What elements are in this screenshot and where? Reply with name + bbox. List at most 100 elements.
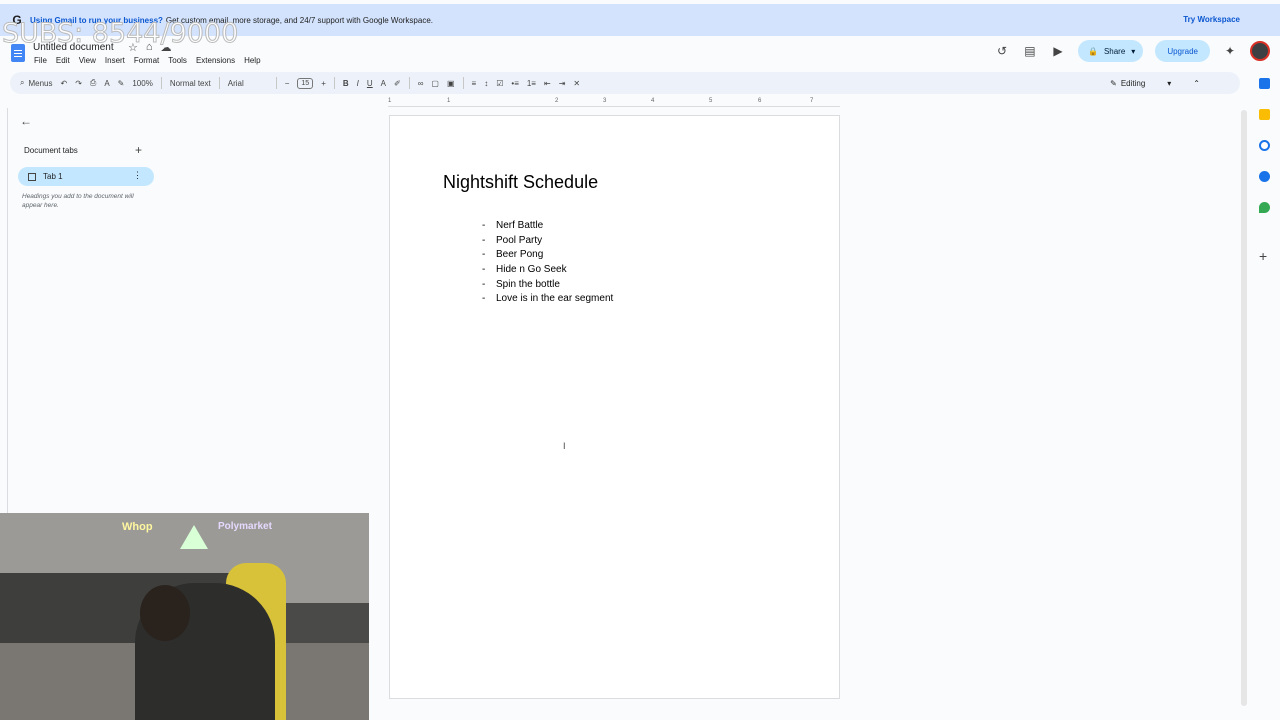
menu-extensions[interactable]: Extensions xyxy=(196,56,235,65)
menu-format[interactable]: Format xyxy=(134,56,159,65)
more-options-icon[interactable]: ⋮ xyxy=(133,170,142,181)
gemini-icon[interactable]: ✦ xyxy=(1222,43,1238,59)
formatting-toolbar: ⌕ Menus ↶ ↷ ⎙ A ✎ 100% Normal text Arial… xyxy=(10,72,1240,94)
menu-edit[interactable]: Edit xyxy=(56,56,70,65)
divider xyxy=(218,77,220,89)
divider xyxy=(462,77,464,89)
ruler-tick: 3 xyxy=(603,98,607,104)
meet-icon[interactable]: ▶ xyxy=(1050,43,1066,59)
redo-icon[interactable]: ↷ xyxy=(71,72,86,94)
menu-file[interactable]: File xyxy=(34,56,47,65)
history-icon[interactable]: ↺ xyxy=(994,43,1010,59)
list-item[interactable]: - Spin the bottle xyxy=(482,279,613,294)
zoom-select[interactable]: 100% xyxy=(128,72,156,94)
font-select[interactable]: Arial xyxy=(224,72,272,94)
ruler-tick: 5 xyxy=(709,98,713,104)
list-item[interactable]: - Beer Pong xyxy=(482,249,613,264)
comment-icon[interactable]: ▢ xyxy=(427,72,443,94)
outline-hint: Headings you add to the document will ap… xyxy=(22,193,134,209)
list-item[interactable]: - Pool Party xyxy=(482,235,613,250)
try-workspace-link[interactable]: Try Workspace xyxy=(1183,15,1240,24)
list-item[interactable]: - Nerf Battle xyxy=(482,220,613,235)
increase-indent-icon[interactable]: ⇥ xyxy=(555,72,570,94)
scrollbar[interactable] xyxy=(1241,110,1247,706)
font-size-input[interactable]: 15 xyxy=(297,77,314,89)
tab-label: Tab 1 xyxy=(43,172,63,181)
align-icon[interactable]: ≡ xyxy=(468,72,481,94)
webcam-overlay: Whop Polymarket xyxy=(0,513,369,720)
menu-bar: File Edit View Insert Format Tools Exten… xyxy=(34,56,261,65)
bold-icon[interactable]: B xyxy=(339,72,353,94)
schedule-list: - Nerf Battle - Pool Party - Beer Pong - Hid… xyxy=(482,220,613,308)
ruler-tick: 2 xyxy=(555,98,559,104)
vertical-ruler[interactable] xyxy=(4,108,8,513)
underline-icon[interactable]: U xyxy=(363,72,377,94)
horizontal-ruler[interactable]: 1 1 2 3 4 5 6 7 xyxy=(388,97,840,107)
ruler-tick: 7 xyxy=(810,98,814,104)
increase-font-icon[interactable]: + xyxy=(317,72,330,94)
text-cursor-icon: I xyxy=(563,441,566,451)
share-label: Share xyxy=(1103,46,1126,56)
comments-icon[interactable]: ▤ xyxy=(1022,43,1038,59)
list-item[interactable]: - Hide n Go Seek xyxy=(482,264,613,279)
image-icon[interactable]: ▣ xyxy=(443,72,459,94)
undo-icon[interactable]: ↶ xyxy=(57,72,72,94)
menu-view[interactable]: View xyxy=(79,56,96,65)
link-icon[interactable]: ∞ xyxy=(414,72,428,94)
divider xyxy=(333,77,335,89)
ruler-tick: 1 xyxy=(447,98,451,104)
avatar[interactable] xyxy=(1250,41,1270,61)
ruler-tick: 4 xyxy=(651,98,655,104)
back-arrow-icon[interactable]: ← xyxy=(20,114,32,128)
style-select[interactable]: Normal text xyxy=(166,72,215,94)
collapse-icon[interactable]: ⌃ xyxy=(1193,79,1200,88)
share-button[interactable]: 🔒 Share ▾ xyxy=(1077,40,1144,62)
tab-doc-icon xyxy=(28,172,36,181)
paint-format-icon[interactable]: ✎ xyxy=(114,72,129,94)
calendar-icon[interactable] xyxy=(1259,78,1270,89)
text-color-icon[interactable]: A xyxy=(377,72,390,94)
top-right-actions: ↺ ▤ ▶ 🔒 Share ▾ Upgrade ✦ xyxy=(994,40,1270,62)
chevron-down-icon[interactable]: ▾ xyxy=(1131,47,1135,56)
add-tab-icon[interactable]: + xyxy=(135,143,142,157)
document-heading[interactable]: Nightshift Schedule xyxy=(443,172,598,193)
maps-icon[interactable] xyxy=(1259,202,1270,213)
chevron-down-icon: ▾ xyxy=(1167,78,1172,88)
divider xyxy=(408,77,410,89)
document-page[interactable]: Nightshift Schedule - Nerf Battle - Pool P… xyxy=(389,115,840,699)
print-icon[interactable]: ⎙ xyxy=(86,72,100,94)
divider xyxy=(160,77,162,89)
whop-neon-sign: Whop xyxy=(122,521,153,533)
clear-formatting-icon[interactable]: ✕ xyxy=(569,72,584,94)
lock-icon: 🔒 xyxy=(1087,46,1098,56)
list-item[interactable]: - Love is in the ear segment xyxy=(482,293,613,308)
search-icon: ⌕ xyxy=(20,78,25,87)
keep-icon[interactable] xyxy=(1259,109,1270,120)
italic-icon[interactable]: I xyxy=(353,72,363,94)
menu-help[interactable]: Help xyxy=(244,56,260,65)
numbered-list-icon[interactable]: 1≡ xyxy=(523,72,540,94)
decrease-indent-icon[interactable]: ⇤ xyxy=(540,72,555,94)
tasks-icon[interactable] xyxy=(1259,140,1270,151)
side-panel: + xyxy=(1250,72,1280,712)
upgrade-button[interactable]: Upgrade xyxy=(1155,40,1210,62)
divider xyxy=(275,77,277,89)
ruler-tick: 6 xyxy=(758,98,762,104)
menus-search[interactable]: ⌕ Menus xyxy=(10,72,57,94)
ruler-tick: 1 xyxy=(388,98,392,104)
streamer-head xyxy=(140,585,190,641)
bulleted-list-icon[interactable]: •≡ xyxy=(507,72,522,94)
menus-label: Menus xyxy=(28,78,53,88)
highlight-icon[interactable]: ✐ xyxy=(390,72,405,94)
add-addon-icon[interactable]: + xyxy=(1259,248,1267,264)
editing-mode-select[interactable]: ✎ Editing ▾ ⌃ xyxy=(1110,72,1200,94)
neon-logo-icon xyxy=(180,525,208,549)
tab-1[interactable]: Tab 1 ⋮ xyxy=(18,167,154,186)
contacts-icon[interactable] xyxy=(1259,171,1270,182)
checklist-icon[interactable]: ☑ xyxy=(492,72,507,94)
spellcheck-icon[interactable]: A xyxy=(100,72,113,94)
menu-tools[interactable]: Tools xyxy=(168,56,187,65)
menu-insert[interactable]: Insert xyxy=(105,56,125,65)
line-spacing-icon[interactable]: ↕ xyxy=(480,72,492,94)
decrease-font-icon[interactable]: − xyxy=(281,72,294,94)
